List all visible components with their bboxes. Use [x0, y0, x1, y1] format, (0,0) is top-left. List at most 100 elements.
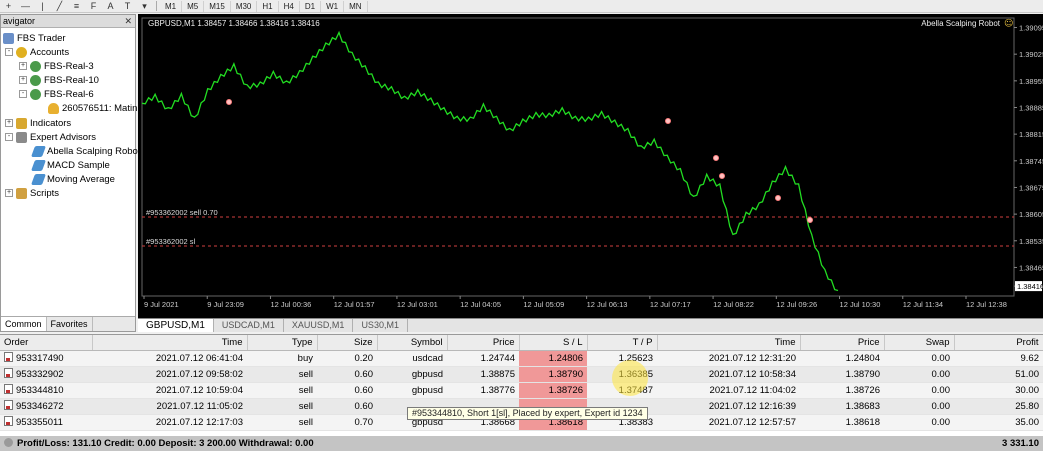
cell-profit: 35.00 — [954, 414, 1043, 431]
col-symbol[interactable]: Symbol — [377, 335, 448, 351]
tree-item-abella-scalping-robot[interactable]: Abella Scalping Robo — [30, 144, 138, 158]
cell-order: 953355011 — [0, 414, 92, 431]
cell-close-price: 1.38683 — [800, 398, 884, 415]
cell-open-time: 2021.07.12 10:59:04 — [92, 382, 247, 399]
user-icon — [48, 102, 59, 114]
close-icon[interactable]: ✕ — [124, 16, 132, 27]
timeframe-h1[interactable]: H1 — [257, 0, 279, 12]
y-tick-label: 1.38815 — [1019, 130, 1043, 139]
fibonacci-icon[interactable]: F — [87, 1, 100, 12]
expand-toggle[interactable]: + — [5, 189, 13, 197]
crosshair-icon[interactable]: + — [2, 1, 15, 12]
order-label-sell: #953362002 sell 0.70 — [146, 208, 218, 217]
cell-close-time: 2021.07.12 12:57:57 — [657, 414, 800, 431]
price-chart[interactable]: 1.38416 1.38465 1.38535 1.38605 1.38675 1.387… — [138, 14, 1043, 318]
chart-tab-usdcad[interactable]: USDCAD,M1 — [214, 319, 284, 332]
timeframe-mn[interactable]: MN — [344, 0, 368, 12]
trade-marker — [775, 195, 781, 201]
timeframe-h4[interactable]: H4 — [279, 0, 300, 12]
collapse-toggle[interactable]: - — [19, 90, 27, 98]
table-row[interactable]: 953317490 2021.07.12 06:41:04 buy 0.20 usdca… — [0, 350, 1043, 367]
expand-toggle[interactable]: + — [5, 119, 13, 127]
table-row[interactable]: 953344810 2021.07.12 10:59:04 sell 0.60 gbpu… — [0, 382, 1043, 399]
tree-item-macd-sample[interactable]: MACD Sample — [30, 158, 110, 172]
col-type[interactable]: Type — [247, 335, 318, 351]
col-open-price[interactable]: Price — [447, 335, 520, 351]
col-size[interactable]: Size — [317, 335, 378, 351]
col-open-time[interactable]: Time — [92, 335, 248, 351]
timeframe-d1[interactable]: D1 — [300, 0, 322, 12]
tree-item-fbs-trader[interactable]: FBS Trader — [3, 31, 66, 45]
trendline-icon[interactable]: ╱ — [53, 1, 66, 12]
tree-item-fbs-real-3[interactable]: + FBS-Real-3 — [19, 59, 94, 73]
cell-symbol: gbpusd — [377, 366, 447, 383]
tree-item-account-user[interactable]: 260576511: Matin — [48, 101, 137, 115]
x-tick-label: 12 Jul 06:13 — [587, 300, 628, 309]
tree-item-fbs-real-6[interactable]: - FBS-Real-6 — [19, 87, 94, 101]
order-number: 953344810 — [16, 385, 64, 396]
chart-tab-gbpusd[interactable]: GBPUSD,M1 — [138, 319, 214, 332]
tab-common[interactable]: Common — [1, 317, 47, 331]
label-icon[interactable]: T — [121, 1, 134, 12]
channel-icon[interactable]: ≡ — [70, 1, 83, 12]
tree-item-accounts[interactable]: - Accounts — [5, 45, 69, 59]
expand-toggle[interactable]: + — [19, 76, 27, 84]
x-tick-label: 12 Jul 04:05 — [460, 300, 501, 309]
tree-item-moving-average[interactable]: Moving Average — [30, 172, 115, 186]
terminal-panel: Order Time Type Size Symbol Price S / L … — [0, 334, 1043, 454]
hline-icon[interactable]: — — [19, 1, 32, 12]
timeframe-m5[interactable]: M5 — [182, 0, 205, 12]
x-tick-label: 12 Jul 08:22 — [713, 300, 754, 309]
timeframe-w1[interactable]: W1 — [321, 0, 345, 12]
chart-canvas[interactable]: 1.38416 1.38465 1.38535 1.38605 1.38675 1.387… — [138, 14, 1043, 318]
y-tick-label: 1.39025 — [1019, 50, 1043, 59]
y-tick-label: 1.38605 — [1019, 210, 1043, 219]
cell-size: 0.60 — [317, 398, 377, 415]
col-order[interactable]: Order — [0, 335, 93, 351]
col-close-time[interactable]: Time — [657, 335, 801, 351]
toolbar-separator — [156, 1, 157, 11]
order-number: 953317490 — [16, 353, 64, 364]
cell-close-price: 1.38726 — [800, 382, 884, 399]
cell-tp: 1.37487 — [587, 382, 657, 399]
trade-marker — [807, 217, 813, 223]
tree-item-expert-advisors[interactable]: - Expert Advisors — [5, 130, 96, 144]
cell-close-time: 2021.07.12 10:58:34 — [657, 366, 800, 383]
x-tick-label: 12 Jul 05:09 — [523, 300, 564, 309]
vline-icon[interactable]: | — [36, 1, 49, 12]
summary-left: Profit/Loss: 131.10 Credit: 0.00 Deposit… — [17, 438, 314, 449]
chart-header: GBPUSD,M1 1.38457 1.38466 1.38416 1.3841… — [148, 19, 320, 28]
order-number: 953332902 — [16, 369, 64, 380]
plot-frame — [141, 17, 1015, 297]
cell-close-price: 1.24804 — [800, 350, 884, 367]
collapse-toggle[interactable]: - — [5, 133, 13, 141]
summary-total: 3 331.10 — [1002, 438, 1039, 449]
chart-tab-us30[interactable]: US30,M1 — [353, 319, 408, 332]
shapes-icon[interactable]: ▾ — [138, 1, 151, 12]
tree-item-indicators[interactable]: + Indicators — [5, 116, 71, 130]
y-tick-label: 1.38955 — [1019, 77, 1043, 86]
timeframe-m1[interactable]: M1 — [160, 0, 183, 12]
col-close-price[interactable]: Price — [800, 335, 885, 351]
expand-toggle[interactable]: + — [19, 62, 27, 70]
cell-open-time: 2021.07.12 11:05:02 — [92, 398, 247, 415]
ea-icon — [30, 145, 47, 157]
tree-item-scripts[interactable]: + Scripts — [5, 186, 59, 200]
order-icon — [4, 416, 13, 426]
tab-favorites[interactable]: Favorites — [47, 317, 93, 331]
col-profit[interactable]: Profit — [954, 335, 1043, 351]
timeframe-m15[interactable]: M15 — [204, 0, 231, 12]
timeframe-m30[interactable]: M30 — [231, 0, 258, 12]
cell-sl: 1.24806 — [519, 350, 587, 367]
order-number: 953346272 — [16, 401, 64, 412]
cell-tp: 1.36385 — [587, 366, 657, 383]
table-row[interactable]: 953332902 2021.07.12 09:58:02 sell 0.60 gbpu… — [0, 366, 1043, 383]
chart-tab-xauusd[interactable]: XAUUSD,M1 — [284, 319, 354, 332]
collapse-toggle[interactable]: - — [5, 48, 13, 56]
text-icon[interactable]: A — [104, 1, 117, 12]
col-tp[interactable]: T / P — [587, 335, 658, 351]
col-swap[interactable]: Swap — [884, 335, 955, 351]
summary-bar: Profit/Loss: 131.10 Credit: 0.00 Deposit… — [0, 436, 1043, 451]
tree-item-fbs-real-10[interactable]: + FBS-Real-10 — [19, 73, 99, 87]
col-sl[interactable]: S / L — [519, 335, 588, 351]
